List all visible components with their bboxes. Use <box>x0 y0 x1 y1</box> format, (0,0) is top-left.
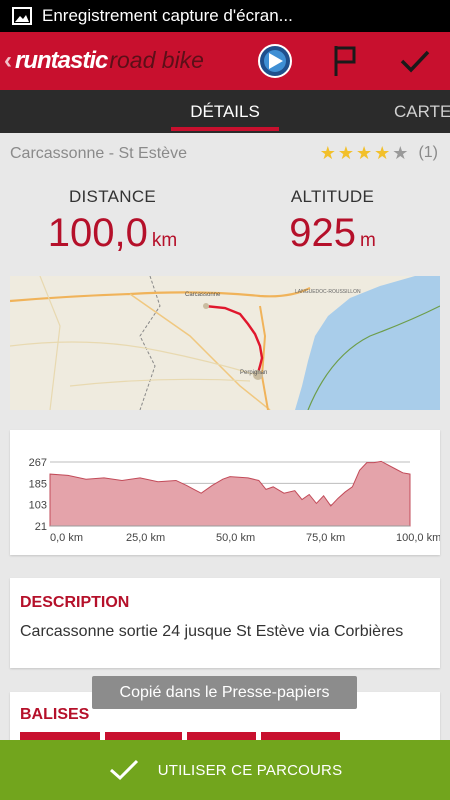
use-route-button[interactable]: UTILISER CE PARCOURS <box>0 740 450 800</box>
route-rating[interactable]: ★ ★ ★ ★ ★ (1) <box>320 144 438 162</box>
x-tick-label: 100,0 km <box>396 532 440 544</box>
distance-value: 100,0 <box>47 211 148 255</box>
status-bar-text: Enregistrement capture d'écran... <box>42 6 293 25</box>
description-text: Carcassonne sortie 24 jusque St Estève v… <box>20 623 404 640</box>
confirm-button[interactable] <box>380 32 450 90</box>
x-tick-label: 25,0 km <box>126 532 165 544</box>
tab-map[interactable]: CARTE <box>394 90 450 133</box>
back-chevron-icon[interactable]: ‹ <box>4 47 12 75</box>
elevation-chart: 267 185 103 21 0,0 km 25,0 km 50,0 km 75,0 km 1… <box>29 457 442 544</box>
star-icon: ★ <box>319 143 336 163</box>
map-label-perpignan: Perpignan <box>240 370 267 376</box>
route-name: Carcassonne - St Estève <box>10 145 187 162</box>
check-icon <box>400 50 430 73</box>
check-icon <box>109 759 138 781</box>
use-route-label: UTILISER CE PARCOURS <box>157 761 343 779</box>
y-tick-label: 103 <box>29 500 47 512</box>
description-card: DESCRIPTION Carcassonne sortie 24 jusque… <box>10 578 440 668</box>
app-bar: ‹ runtastic road bike <box>0 32 450 90</box>
status-bar: Enregistrement capture d'écran... <box>0 0 450 32</box>
flag-icon <box>334 46 356 76</box>
y-tick-label: 267 <box>29 457 47 469</box>
map-label-region: LANGUEDOC-ROUSSILLON <box>295 289 361 295</box>
distance-stat: DISTANCE 100,0 km <box>0 187 225 256</box>
tab-bar: DÉTAILS CARTE <box>0 90 450 133</box>
flag-button[interactable] <box>310 32 380 90</box>
star-icon: ★ <box>374 143 391 163</box>
tags-title: BALISES <box>20 706 90 723</box>
x-tick-label: 75,0 km <box>306 532 345 544</box>
altitude-stat: ALTITUDE 925 m <box>220 187 445 256</box>
y-tick-label: 21 <box>35 521 47 533</box>
elevation-area <box>49 460 411 527</box>
altitude-value: 925 <box>289 211 356 255</box>
description-title: DESCRIPTION <box>20 594 130 611</box>
distance-label: DISTANCE <box>68 187 157 206</box>
image-icon <box>12 7 32 25</box>
star-empty-icon: ★ <box>392 143 409 163</box>
altitude-label: ALTITUDE <box>290 187 375 206</box>
map-image: Carcassonne LANGUEDOC-ROUSSILLON Perpign… <box>10 276 440 410</box>
altitude-unit: m <box>359 230 376 251</box>
elevation-card: 267 185 103 21 0,0 km 25,0 km 50,0 km 75,0 km 1… <box>10 430 442 555</box>
distance-unit: km <box>151 230 178 251</box>
tab-details[interactable]: DÉTAILS <box>171 90 279 133</box>
map-label-carcassonne: Carcassonne <box>185 292 221 298</box>
x-tick-label: 0,0 km <box>50 532 83 544</box>
clipboard-toast: Copié dans le Presse-papiers <box>92 676 357 709</box>
sync-button[interactable] <box>240 32 310 90</box>
y-tick-label: 185 <box>29 478 47 490</box>
sync-icon <box>258 44 292 78</box>
x-tick-label: 50,0 km <box>216 532 255 544</box>
route-map[interactable]: Carcassonne LANGUEDOC-ROUSSILLON Perpign… <box>10 276 440 410</box>
rating-count: (1) <box>418 144 438 161</box>
star-icon: ★ <box>337 143 355 163</box>
brand-name: runtastic <box>15 47 108 74</box>
product-name: road bike <box>109 47 204 73</box>
star-icon: ★ <box>356 143 373 163</box>
app-logo[interactable]: runtastic road bike <box>15 47 204 75</box>
